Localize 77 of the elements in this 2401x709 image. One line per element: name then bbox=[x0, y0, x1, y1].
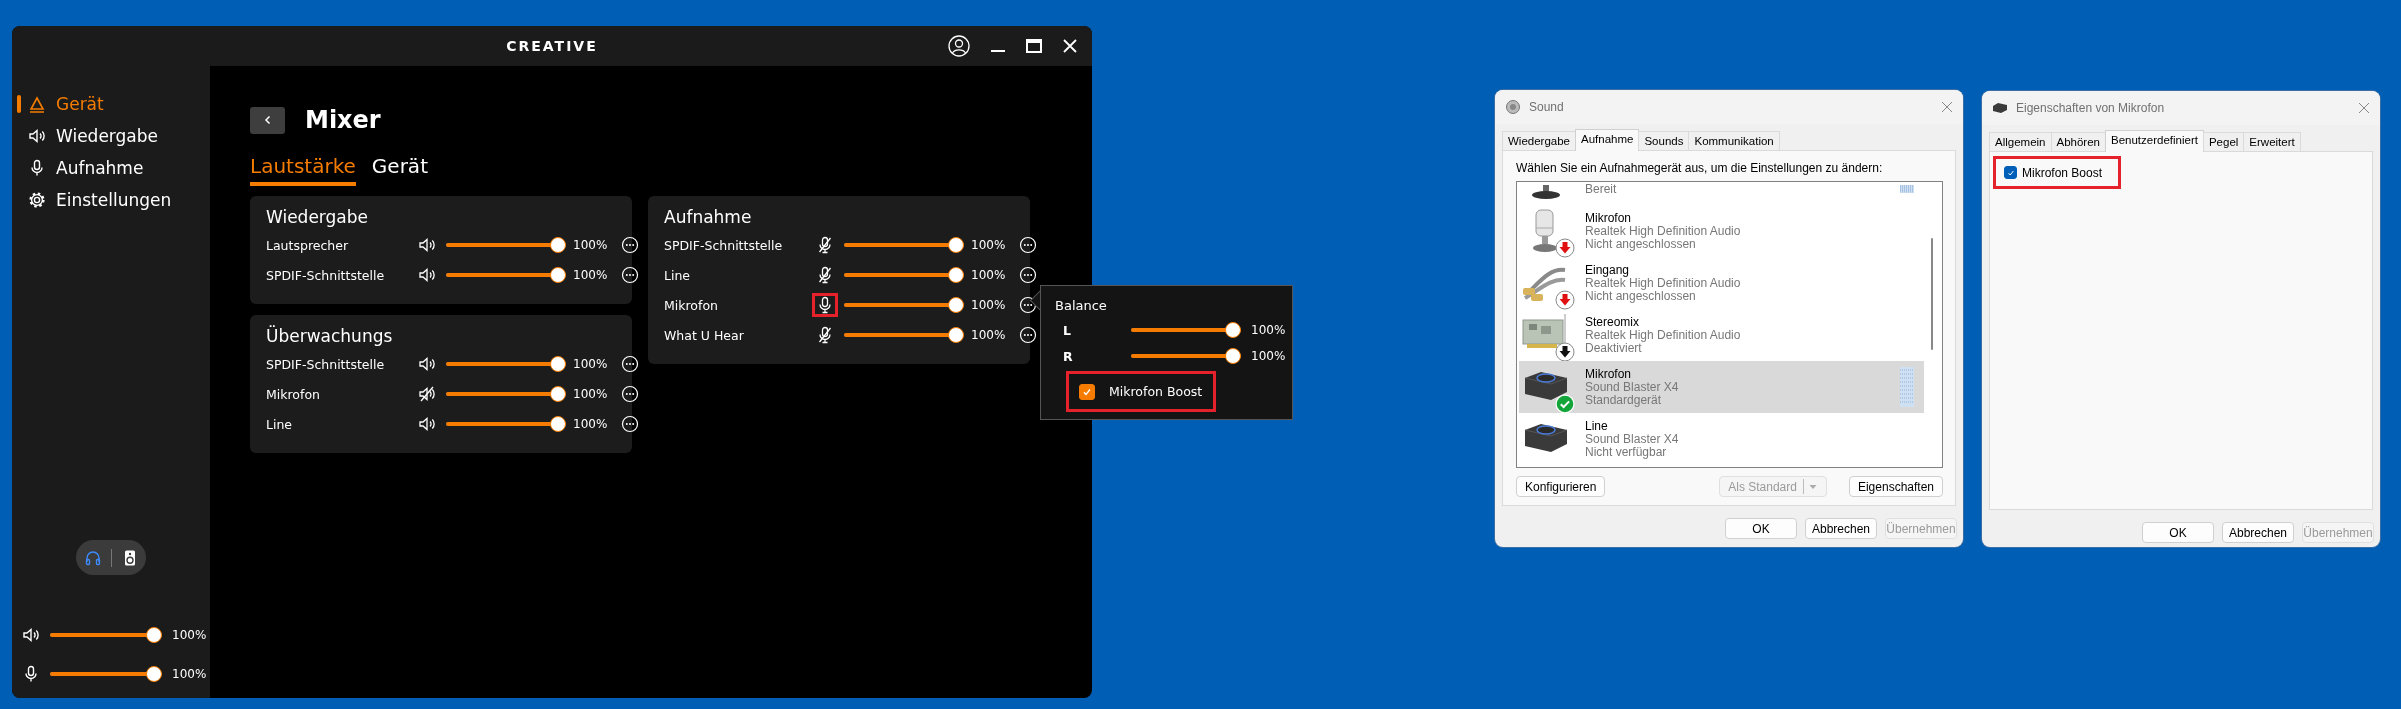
dialog-button[interactable]: OK bbox=[1725, 518, 1797, 539]
volume-reading: 100% bbox=[573, 357, 609, 371]
device-item[interactable]: Bereit bbox=[1519, 183, 1924, 205]
volume-reading: 100% bbox=[573, 238, 609, 252]
channel-name: Line bbox=[266, 416, 294, 432]
tab[interactable]: Sounds bbox=[1638, 131, 1690, 150]
channel-name: Mikrofon bbox=[266, 386, 321, 402]
tab[interactable]: Wiedergabe bbox=[1502, 131, 1576, 150]
dialog-button[interactable]: Konfigurieren bbox=[1516, 476, 1606, 497]
volume-reading: 100% bbox=[971, 238, 1007, 252]
device-name: Mikrofon bbox=[1585, 367, 1632, 381]
device-item[interactable]: Eingang Realtek High Definition Audio Nicht angeschlossen bbox=[1519, 257, 1924, 309]
sidebar-item[interactable]: Einstellungen bbox=[12, 184, 210, 216]
channel-name: Mikrofon bbox=[664, 297, 719, 313]
volume-reading: 100% bbox=[573, 268, 609, 282]
device-name: Eingang bbox=[1585, 263, 1631, 277]
device-status: Deaktiviert bbox=[1585, 341, 1643, 355]
window-title: Sound bbox=[1529, 100, 1564, 114]
device-item[interactable]: Stereomix Realtek High Definition Audio Deaktiviert bbox=[1519, 309, 1924, 361]
channel-name: SPDIF-Schnittstelle bbox=[266, 267, 386, 283]
device-driver: Sound Blaster X4 bbox=[1585, 380, 1679, 394]
channel-name: R bbox=[1063, 348, 1074, 364]
device-driver: Sound Blaster X4 bbox=[1585, 432, 1679, 446]
device-status: Standardgerät bbox=[1585, 393, 1663, 407]
device-item[interactable]: Line Sound Blaster X4 Nicht verfügbar bbox=[1519, 413, 1924, 465]
page-title: Mixer bbox=[305, 106, 381, 134]
panel-title: Wiedergabe bbox=[266, 207, 370, 227]
tab[interactable]: Kommunikation bbox=[1688, 131, 1780, 150]
device-item[interactable]: Mikrofon Realtek High Definition Audio Nicht angeschlossen bbox=[1519, 205, 1924, 257]
device-driver: Realtek High Definition Audio bbox=[1585, 224, 1741, 238]
volume-reading: 100% bbox=[573, 417, 609, 431]
popover-title: Balance bbox=[1055, 298, 1108, 313]
channel-name: SPDIF-Schnittstelle bbox=[266, 356, 386, 372]
balance-reading: 100% bbox=[1251, 349, 1286, 363]
tab[interactable]: Pegel bbox=[2202, 132, 2245, 151]
panel-title: Überwachungs bbox=[266, 326, 394, 346]
tab[interactable]: Allgemein bbox=[1989, 132, 2052, 151]
device-status: Nicht angeschlossen bbox=[1585, 289, 1697, 303]
instruction-text: Wählen Sie ein Aufnahmegerät aus, um die Einstellungen zu ändern: bbox=[1516, 161, 1884, 175]
channel-name: What U Hear bbox=[664, 327, 745, 343]
volume-reading: 100% bbox=[971, 268, 1007, 282]
device-status: Nicht angeschlossen bbox=[1585, 237, 1697, 251]
tab[interactable]: Erweitert bbox=[2243, 132, 2301, 151]
checkbox-label[interactable]: Mikrofon Boost bbox=[1109, 384, 1203, 399]
checkbox-label[interactable]: Mikrofon Boost bbox=[2022, 165, 2103, 180]
window-title: Eigenschaften von Mikrofon bbox=[2016, 101, 2165, 115]
tab[interactable]: Lautstärke bbox=[250, 154, 356, 186]
tab[interactable]: Aufnahme bbox=[1575, 129, 1640, 151]
volume-reading: 100% bbox=[971, 298, 1007, 312]
channel-name: Line bbox=[664, 267, 692, 283]
device-name: Stereomix bbox=[1585, 315, 1641, 329]
balance-reading: 100% bbox=[1251, 323, 1286, 337]
channel-name: Lautsprecher bbox=[266, 237, 350, 253]
channel-name: SPDIF-Schnittstelle bbox=[664, 237, 784, 253]
sidebar-item[interactable]: Aufnahme bbox=[12, 152, 210, 184]
app-logo: CREATIVE bbox=[506, 38, 598, 54]
dialog-button[interactable]: Abbrechen bbox=[1805, 518, 1877, 539]
device-status: Nicht verfügbar bbox=[1585, 445, 1668, 459]
sidebar-item[interactable]: Gerät bbox=[12, 88, 210, 120]
volume-reading: 100% bbox=[172, 628, 207, 642]
dialog-button[interactable]: OK bbox=[2142, 522, 2214, 543]
device-name: Line bbox=[1585, 419, 1609, 433]
volume-reading: 100% bbox=[971, 328, 1007, 342]
tab[interactable]: Gerät bbox=[371, 154, 428, 186]
device-driver: Realtek High Definition Audio bbox=[1585, 328, 1741, 342]
channel-name: L bbox=[1063, 322, 1072, 338]
device-name: Mikrofon bbox=[1585, 211, 1632, 225]
panel-title: Aufnahme bbox=[664, 207, 753, 227]
sidebar-item[interactable]: Wiedergabe bbox=[12, 120, 210, 152]
dialog-button[interactable]: Eigenschaften bbox=[1848, 476, 1943, 497]
volume-reading: 100% bbox=[172, 667, 207, 681]
device-driver: Realtek High Definition Audio bbox=[1585, 276, 1741, 290]
volume-reading: 100% bbox=[573, 387, 609, 401]
device-status: Bereit bbox=[1585, 183, 1617, 196]
dialog-button[interactable]: Abbrechen bbox=[2222, 522, 2294, 543]
device-item[interactable]: Mikrofon Sound Blaster X4 Standardgerät bbox=[1519, 361, 1924, 413]
tab[interactable]: Benutzerdefiniert bbox=[2105, 130, 2204, 152]
